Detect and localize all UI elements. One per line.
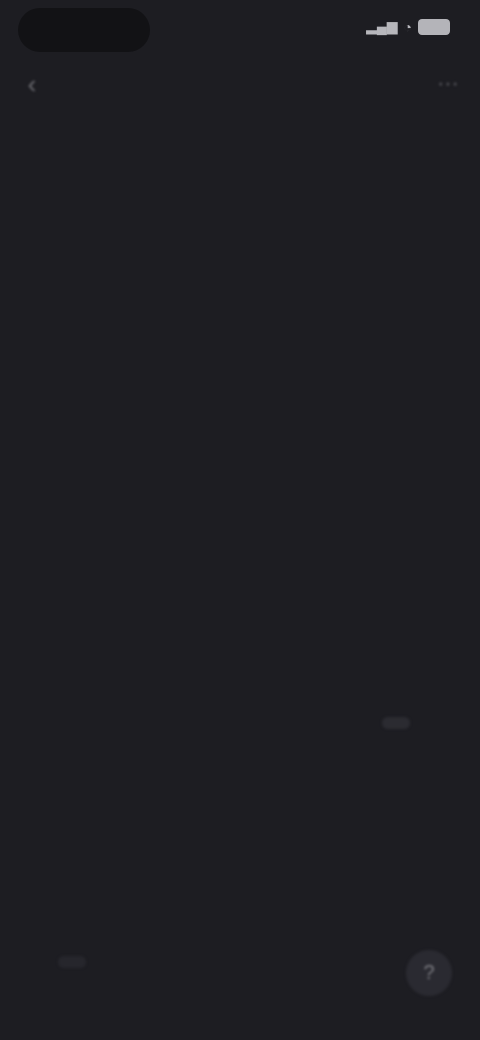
bottom-actions — [34, 956, 86, 968]
status-icons: ▂▄▆ ◔ — [366, 18, 450, 35]
link-row — [80, 706, 410, 740]
back-arrow-icon: ‹ — [27, 68, 37, 99]
link-button[interactable] — [382, 717, 410, 729]
status-bar: ▂▄▆ ◔ — [0, 0, 480, 60]
back-button[interactable]: ‹ — [14, 66, 50, 102]
wifi-icon: ◔ — [403, 18, 412, 35]
help-icon: ? — [423, 961, 435, 984]
help-button[interactable]: ? — [406, 950, 452, 996]
more-button[interactable]: ⋯ — [430, 66, 466, 102]
bottom-action-2[interactable] — [58, 956, 86, 968]
more-icon: ⋯ — [437, 71, 459, 96]
status-time-pill — [18, 8, 150, 52]
battery-icon — [418, 18, 450, 35]
content — [0, 200, 480, 210]
app-screen: ▂▄▆ ◔ ‹ ⋯ ? — [0, 0, 480, 1040]
signal-icon: ▂▄▆ — [366, 18, 398, 34]
